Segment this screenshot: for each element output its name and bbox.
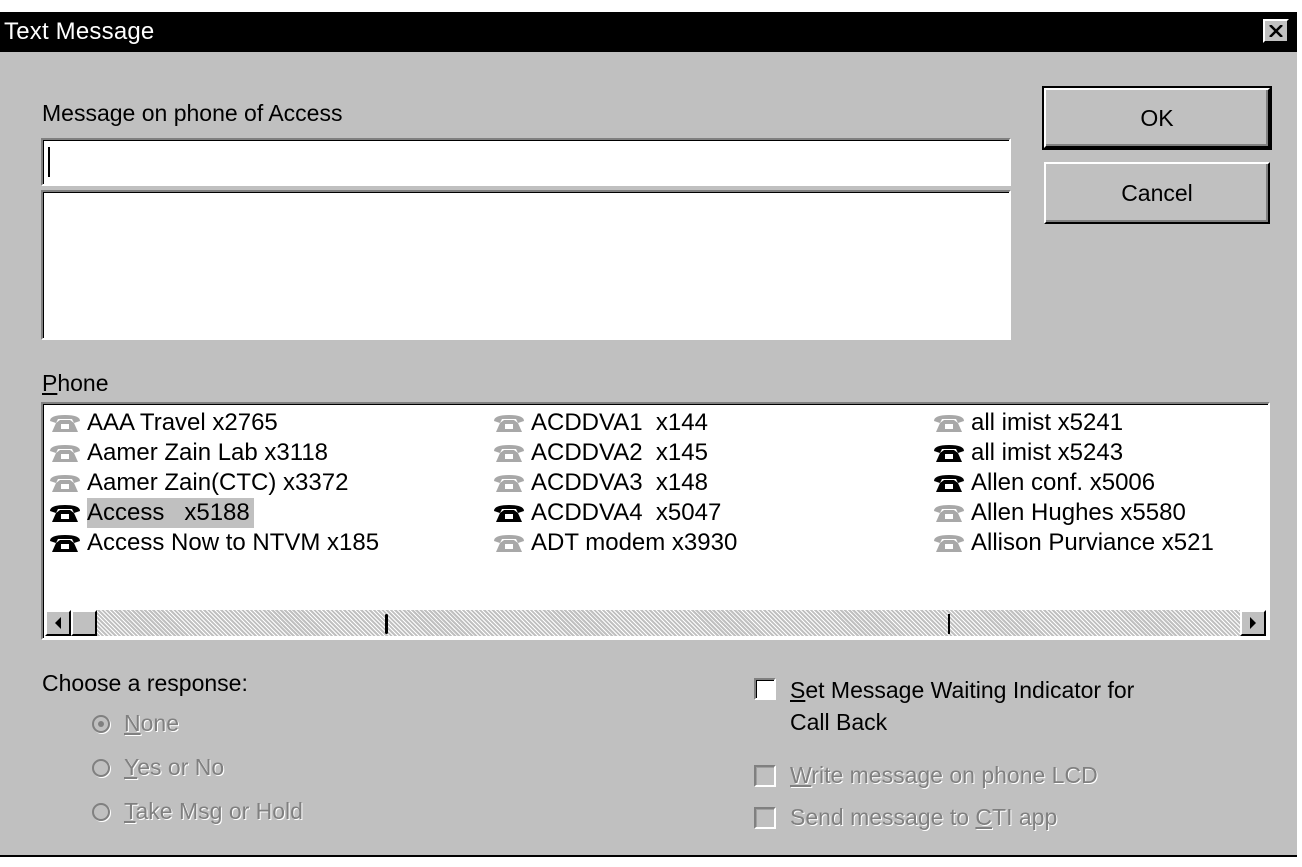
column-divider-marker [385, 614, 388, 634]
checkbox-box [754, 764, 776, 787]
phone-list-item-label: all imist x5241 [971, 409, 1124, 436]
title-bar: Text Message [0, 12, 1297, 52]
scroll-left-button[interactable] [45, 610, 71, 636]
column-divider-marker [948, 614, 950, 634]
phone-list-column-1: AAA Travel x2765 Aamer Zain Lab x3118 Aame… [47, 408, 383, 558]
phone-list-item[interactable]: Allen conf. x5006 [931, 468, 1218, 498]
message-waiting-indicator-checkbox[interactable]: Set Message Waiting Indicator for Call B… [754, 674, 1134, 738]
phone-list-item[interactable]: AAA Travel x2765 [47, 408, 383, 438]
phone-list-item-label: ACDDVA2 x145 [531, 439, 708, 466]
message-label: Message on phone of Access [42, 100, 343, 126]
phone-icon [494, 535, 524, 552]
phone-list-column-3: all imist x5241 all imist x5243 Allen conf… [931, 408, 1218, 558]
phone-list-item-label: AAA Travel x2765 [87, 409, 278, 436]
phone-list-item[interactable]: Aamer Zain Lab x3118 [47, 438, 383, 468]
arrow-left-icon [55, 617, 61, 629]
radio-none[interactable]: None [92, 710, 179, 737]
phone-list-item-label: all imist x5243 [971, 439, 1124, 466]
cancel-label: Cancel [1121, 179, 1193, 206]
phone-label-rest: hone [57, 370, 109, 396]
phone-icon [50, 475, 80, 492]
phone-icon [50, 505, 80, 522]
phone-list-item-label: Access x5188 [87, 498, 254, 528]
phone-icon [50, 535, 80, 552]
phone-list-item[interactable]: ACDDVA1 x144 [491, 408, 741, 438]
phone-list-item[interactable]: Allen Hughes x5580 [931, 498, 1218, 528]
write-lcd-label: Write message on phone LCD [790, 762, 1098, 788]
phone-icon [934, 535, 964, 552]
checkbox-box [754, 678, 776, 700]
phone-icon [934, 475, 964, 492]
phone-icon [50, 415, 80, 432]
cancel-button[interactable]: Cancel [1044, 162, 1270, 224]
phone-list-item-label: Allison Purviance x521 [971, 529, 1214, 556]
message-body-field[interactable] [41, 190, 1011, 340]
scrollbar-thumb[interactable] [71, 610, 97, 636]
response-label: Choose a response: [42, 670, 248, 696]
phone-icon [934, 445, 964, 462]
phone-list-item-label: ACDDVA4 x5047 [531, 499, 722, 526]
phone-list-item[interactable]: Access x5188 [47, 498, 383, 528]
phone-label-mnemonic: P [42, 370, 58, 396]
close-icon [1269, 25, 1283, 37]
radio-button [92, 802, 110, 821]
phone-icon [934, 415, 964, 432]
phone-list-item-label: ADT modem x3930 [531, 529, 738, 556]
ok-button[interactable]: OK [1042, 86, 1272, 150]
phone-list-item[interactable]: all imist x5243 [931, 438, 1218, 468]
phone-list[interactable]: AAA Travel x2765 Aamer Zain Lab x3118 Aame… [41, 402, 1270, 640]
phone-icon [50, 445, 80, 462]
phone-list-item-label: Allen Hughes x5580 [971, 499, 1186, 526]
phone-list-item-label: Access Now to NTVM x185 [87, 529, 380, 556]
phone-icon [934, 505, 964, 522]
phone-list-item-label: Allen conf. x5006 [971, 469, 1156, 496]
radio-dot [98, 720, 104, 727]
radio-none-label: None [124, 710, 179, 736]
dialog-title: Text Message [4, 18, 155, 45]
phone-icon [494, 475, 524, 492]
phone-list-item-label: ACDDVA3 x148 [531, 469, 708, 496]
horizontal-scrollbar[interactable] [45, 610, 1266, 636]
phone-list-item-label: Aamer Zain Lab x3118 [87, 439, 329, 466]
send-cti-label: Send message to CTI app [790, 804, 1058, 830]
text-message-dialog: Text Message Message on phone of Access … [0, 12, 1297, 857]
ok-label: OK [1140, 104, 1174, 131]
scroll-right-button[interactable] [1240, 610, 1266, 636]
send-cti-checkbox[interactable]: Send message to CTI app [754, 804, 1057, 831]
phone-list-item[interactable]: ACDDVA2 x145 [491, 438, 741, 468]
phone-icon [494, 415, 524, 432]
checkbox-box [754, 806, 776, 829]
phone-list-item-label: ACDDVA1 x144 [531, 409, 708, 436]
radio-take-msg-or-hold-label: Take Msg or Hold [124, 798, 303, 824]
arrow-right-icon [1250, 617, 1256, 629]
phone-list-item-label: Aamer Zain(CTC) x3372 [87, 469, 349, 496]
phone-list-item[interactable]: ACDDVA3 x148 [491, 468, 741, 498]
message-waiting-indicator-label: Set Message Waiting Indicator for Call B… [790, 677, 1135, 735]
phone-list-item[interactable]: Access Now to NTVM x185 [47, 528, 383, 558]
phone-list-item[interactable]: Aamer Zain(CTC) x3372 [47, 468, 383, 498]
write-lcd-checkbox[interactable]: Write message on phone LCD [754, 762, 1098, 789]
radio-button [92, 714, 110, 733]
radio-button [92, 758, 110, 777]
phone-icon [494, 505, 524, 522]
radio-yes-or-no[interactable]: Yes or No [92, 754, 224, 781]
phone-list-item[interactable]: all imist x5241 [931, 408, 1218, 438]
text-caret [48, 147, 50, 177]
phone-icon [494, 445, 524, 462]
radio-yes-or-no-label: Yes or No [124, 754, 225, 780]
message-input[interactable] [41, 138, 1011, 186]
phone-list-item[interactable]: Allison Purviance x521 [931, 528, 1218, 558]
radio-take-msg-or-hold[interactable]: Take Msg or Hold [92, 798, 303, 825]
close-button[interactable] [1263, 19, 1289, 43]
phone-list-item[interactable]: ACDDVA4 x5047 [491, 498, 741, 528]
phone-label: Phone [42, 370, 109, 396]
phone-list-column-2: ACDDVA1 x144 ACDDVA2 x145 ACDDVA3 x148 ACDD… [491, 408, 741, 558]
phone-list-item[interactable]: ADT modem x3930 [491, 528, 741, 558]
